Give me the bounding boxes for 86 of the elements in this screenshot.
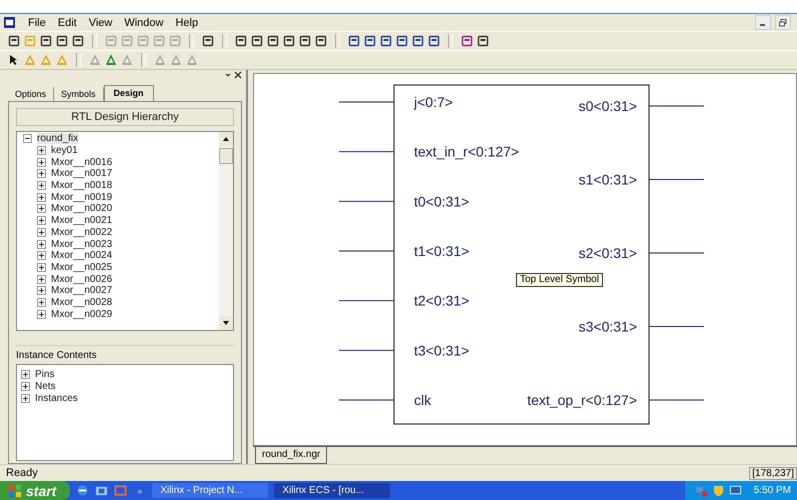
- expander-icon[interactable]: [37, 216, 46, 226]
- cursor-coordinates: [178,237]: [749, 466, 797, 480]
- expander-icon[interactable]: [37, 310, 46, 319]
- pin-wire: [338, 250, 394, 252]
- expander-icon[interactable]: [37, 181, 46, 190]
- pin-wire: [338, 300, 394, 302]
- more-button[interactable]: »: [133, 486, 146, 496]
- pin-label: s0<0:31>: [578, 98, 637, 114]
- menu-item[interactable]: Window: [119, 16, 168, 28]
- tree-item[interactable]: Nets: [35, 380, 56, 392]
- tree-item[interactable]: round_fix: [37, 133, 78, 144]
- scroll-down-icon[interactable]: [219, 316, 233, 330]
- pin-wire: [338, 200, 394, 202]
- menu-item[interactable]: Edit: [52, 16, 82, 28]
- pin-label: t0<0:31>: [414, 193, 470, 210]
- tree-item[interactable]: Mxor__n0028: [51, 296, 112, 308]
- expander-icon[interactable]: [37, 228, 46, 237]
- tree-item[interactable]: key01: [51, 145, 78, 156]
- flag-icon: [8, 484, 22, 498]
- pin-label: text_in_r<0:127>: [414, 144, 520, 160]
- document-tab[interactable]: round_fix.ngr: [255, 447, 328, 464]
- pin-wire: [648, 179, 704, 180]
- tree-item[interactable]: Mxor__n0024: [51, 250, 112, 262]
- pin-label: s3<0:31>: [578, 318, 637, 334]
- expander-icon[interactable]: [37, 146, 46, 156]
- instance-contents-title: Instance Contents: [16, 345, 234, 361]
- start-button[interactable]: start: [0, 481, 70, 500]
- pin-label: j<0:7>: [414, 94, 453, 110]
- tree-item[interactable]: Mxor__n0026: [51, 274, 112, 285]
- expander-icon[interactable]: [37, 262, 46, 272]
- pin-label: t2<0:31>: [414, 292, 470, 309]
- pin-label: t1<0:31>: [414, 243, 470, 259]
- menu-item[interactable]: View: [84, 16, 118, 28]
- scroll-up-icon[interactable]: [219, 132, 233, 146]
- pin-wire: [648, 252, 704, 254]
- expander-icon[interactable]: [37, 204, 46, 214]
- tree-item[interactable]: Mxor__n0019: [51, 192, 112, 203]
- expander-icon[interactable]: [21, 382, 30, 390]
- expander-icon[interactable]: [21, 370, 30, 378]
- panel-tab[interactable]: Design: [104, 85, 154, 101]
- monitor-icon[interactable]: [728, 484, 742, 497]
- tree-item[interactable]: Mxor__n0025: [51, 262, 112, 273]
- restore-icon: [779, 18, 787, 26]
- pin-wire: [338, 350, 394, 351]
- expander-icon[interactable]: [37, 158, 46, 167]
- pin-wire: [648, 326, 704, 327]
- panel-tab[interactable]: Options: [8, 87, 54, 101]
- minimize-button[interactable]: [755, 15, 771, 30]
- scrollbar-thumb[interactable]: [219, 148, 233, 164]
- expander-icon[interactable]: [37, 251, 46, 260]
- pin-label: text_op_r<0:127>: [527, 392, 637, 408]
- tree-item[interactable]: Mxor__n0022: [51, 226, 112, 238]
- pin-label: s1<0:31>: [578, 172, 637, 188]
- expander-icon[interactable]: [37, 240, 46, 249]
- expander-icon[interactable]: [37, 298, 46, 307]
- hierarchy-title: RTL Design Hierarchy: [16, 108, 234, 126]
- tooltip: Top Level Symbol: [516, 273, 603, 287]
- pin-label: s2<0:31>: [578, 245, 637, 261]
- expander-icon[interactable]: [37, 169, 46, 178]
- expander-icon[interactable]: [37, 274, 46, 284]
- expander-icon[interactable]: [37, 192, 46, 202]
- tree-item[interactable]: Mxor__n0018: [51, 180, 112, 192]
- status-message: Ready: [6, 467, 38, 479]
- tree-item[interactable]: Mxor__n0023: [51, 238, 112, 250]
- tree-item[interactable]: Mxor__n0029: [51, 308, 112, 320]
- tree-item[interactable]: Instances: [35, 392, 78, 404]
- expander-icon[interactable]: [21, 394, 30, 402]
- expander-icon[interactable]: [37, 286, 46, 296]
- tree-item[interactable]: Mxor__n0027: [51, 285, 112, 296]
- pin-label: t3<0:31>: [414, 342, 470, 358]
- app-icon: [4, 17, 15, 28]
- menu-item[interactable]: Help: [170, 16, 204, 28]
- taskbar-button[interactable]: Xilinx - Project N...: [152, 483, 268, 498]
- restore-button[interactable]: [775, 15, 791, 30]
- pin-wire: [338, 151, 394, 152]
- clock: 5:50 PM: [754, 485, 791, 496]
- expander-icon[interactable]: [23, 134, 32, 144]
- menu-item[interactable]: File: [23, 16, 51, 28]
- pin-label: clk: [414, 392, 432, 408]
- close-icon[interactable]: [234, 70, 242, 78]
- tree-item[interactable]: Mxor__n0017: [51, 168, 112, 180]
- tree-item[interactable]: Mxor__n0021: [51, 215, 112, 226]
- tree-item[interactable]: Pins: [35, 368, 54, 380]
- taskbar-button[interactable]: Xilinx ECS - [rou...: [274, 483, 390, 498]
- tree-item[interactable]: Mxor__n0016: [51, 156, 112, 168]
- tree-item[interactable]: Mxor__n0020: [51, 203, 112, 214]
